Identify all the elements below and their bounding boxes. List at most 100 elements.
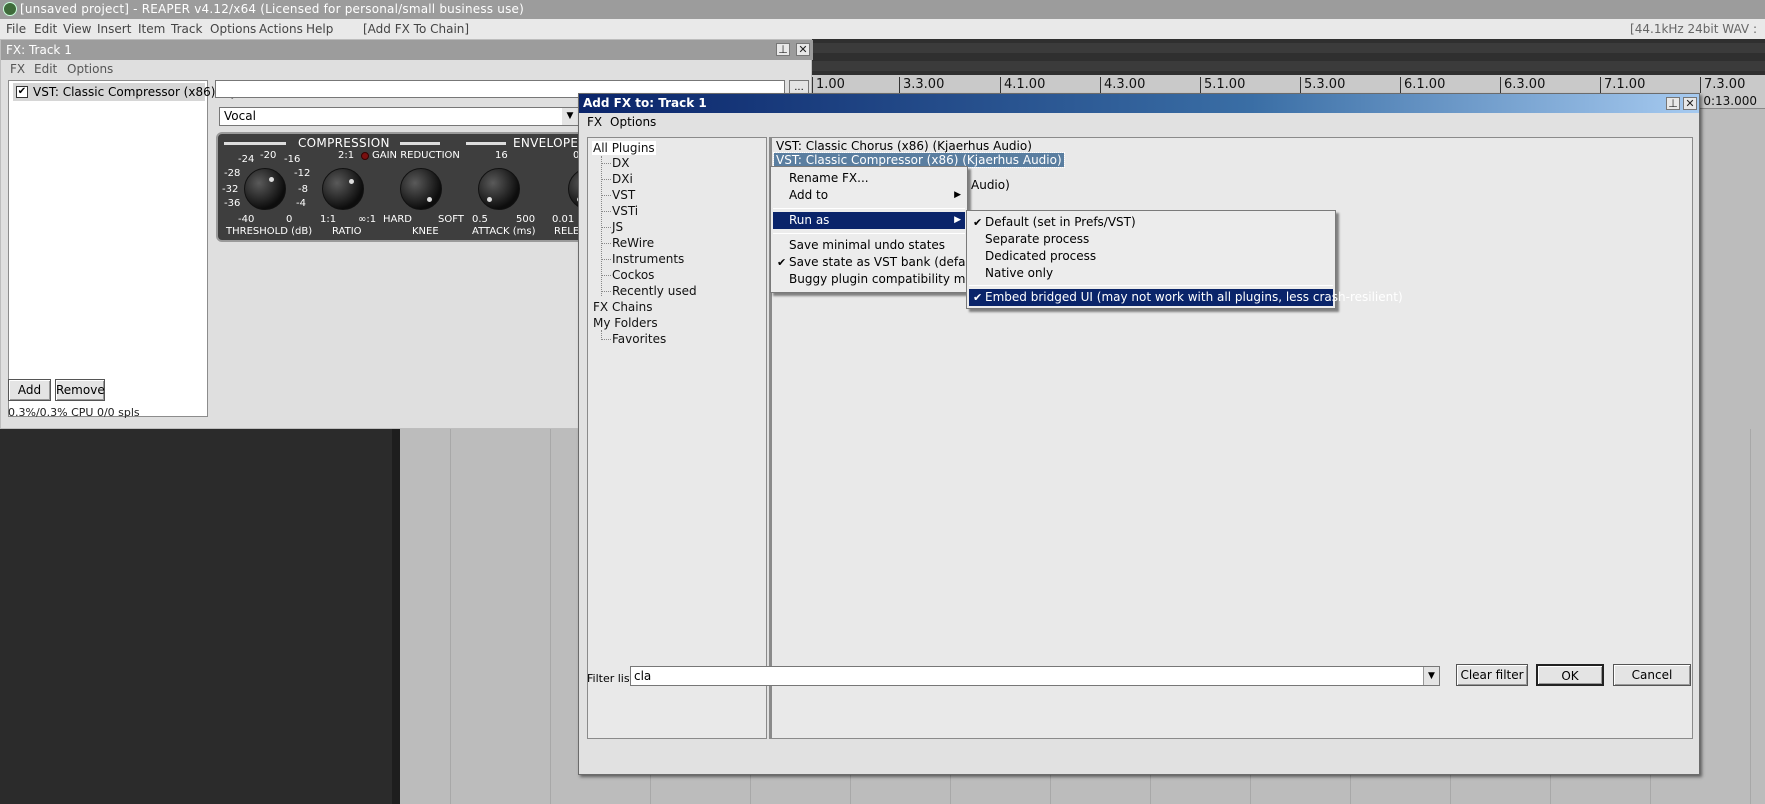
menu-add-to[interactable]: Add to ▶	[773, 187, 965, 204]
track-area-top	[812, 39, 1765, 75]
ruler-mark: 1.00	[812, 77, 845, 93]
menu-item-label: Rename FX...	[789, 171, 869, 185]
attack-knob[interactable]	[478, 168, 520, 210]
tree-vst[interactable]: VST	[612, 188, 635, 202]
tree-recently-used[interactable]: Recently used	[612, 284, 697, 298]
menu-item-label: Dedicated process	[985, 249, 1097, 263]
checkmark-icon: ✔	[777, 256, 787, 269]
fx-menu-fx[interactable]: FX	[10, 62, 25, 76]
knee-label: KNEE	[412, 226, 439, 237]
fx-chain-item[interactable]: ✔ VST: Classic Compressor (x86) (Kj...	[13, 83, 247, 101]
plugin-category-tree[interactable]: All Plugins DX DXi VST VSTi JS ReWire In…	[587, 137, 767, 739]
fx-enable-checkbox[interactable]: ✔	[16, 86, 28, 98]
plugin-row[interactable]: VST: Classic Chorus (x86) (Kjaerhus Audi…	[774, 139, 1034, 153]
menu-edit[interactable]: Edit	[34, 22, 57, 36]
envelope-section-label: ENVELOPE	[513, 136, 579, 150]
compression-section-label: COMPRESSION	[298, 136, 390, 150]
menu-help[interactable]: Help	[306, 22, 333, 36]
menu-rename-fx[interactable]: Rename FX...	[773, 170, 965, 187]
add-fx-dialog: Add FX to: Track 1 ⊥ ✕ FX Options All Pl…	[578, 93, 1700, 775]
scale-label: -16	[284, 154, 301, 165]
menu-file[interactable]: File	[6, 22, 26, 36]
menu-run-as[interactable]: Run as ▶	[773, 212, 965, 229]
ruler-mark: 7.1.00	[1600, 77, 1645, 93]
add-fx-title: Add FX to: Track 1	[583, 96, 707, 110]
menu-run-default[interactable]: ✔ Default (set in Prefs/VST)	[969, 214, 1333, 231]
sample-rate-indicator: [44.1kHz 24bit WAV :	[1630, 22, 1757, 36]
menu-track[interactable]: Track	[171, 22, 202, 36]
fx-menu-edit[interactable]: Edit	[34, 62, 57, 76]
tree-dxi[interactable]: DXi	[612, 172, 633, 186]
plugin-row-obscured: Audio)	[971, 178, 1010, 192]
fx-window-menu: FX Edit Options	[1, 60, 813, 78]
fx-chain-list[interactable]: ✔ VST: Classic Compressor (x86) (Kj...	[8, 80, 247, 417]
compressor-plugin-ui: COMPRESSION ENVELOPE -24 -20 -16 -28 -12…	[216, 132, 596, 242]
add-fx-menu: FX Options	[579, 113, 1699, 131]
ok-button[interactable]: OK	[1536, 664, 1604, 686]
tree-instruments[interactable]: Instruments	[612, 252, 684, 266]
tcp-divider[interactable]	[392, 429, 400, 804]
tree-cockos[interactable]: Cockos	[612, 268, 654, 282]
tree-favorites[interactable]: Favorites	[612, 332, 666, 346]
tree-vsti[interactable]: VSTi	[612, 204, 638, 218]
gain-reduction-label: GAIN REDUCTION	[372, 150, 460, 161]
scale-label: -36	[224, 198, 241, 209]
menu-run-dedicated[interactable]: Dedicated process	[969, 248, 1333, 265]
add-fx-menu-fx[interactable]: FX	[587, 115, 602, 129]
scale-label: -8	[298, 184, 308, 195]
menu-insert[interactable]: Insert	[97, 22, 131, 36]
menu-item-label: Save minimal undo states	[789, 238, 946, 252]
add-button[interactable]: Add	[8, 379, 51, 401]
tree-dx[interactable]: DX	[612, 156, 629, 170]
ratio-knob[interactable]	[322, 168, 364, 210]
menu-view[interactable]: View	[63, 22, 91, 36]
filter-input[interactable]: cla ▼	[630, 666, 1440, 686]
menu-item[interactable]: Item	[138, 22, 165, 36]
pin-icon[interactable]: ⊥	[776, 43, 790, 56]
scale-label: 2:1	[338, 150, 355, 161]
pin-icon[interactable]: ⊥	[1666, 97, 1680, 110]
clear-filter-button[interactable]: Clear filter	[1456, 664, 1528, 686]
track-control-panel	[0, 429, 400, 804]
scale-label: 16	[495, 150, 508, 161]
tree-js[interactable]: JS	[612, 220, 623, 234]
cpu-usage: 0.3%/0.3% CPU 0/0 spls	[8, 406, 140, 419]
main-window-title: [unsaved project] - REAPER v4.12/x64 (Li…	[20, 2, 524, 16]
threshold-knob[interactable]	[244, 168, 286, 210]
close-icon[interactable]: ✕	[1683, 97, 1697, 110]
ruler-mark: 4.1.00	[1000, 77, 1045, 93]
menu-options[interactable]: Options	[210, 22, 256, 36]
tree-rewire[interactable]: ReWire	[612, 236, 654, 250]
menu-item-label: Add to	[789, 188, 829, 202]
fx-menu-options[interactable]: Options	[67, 62, 113, 76]
menu-item-label: Native only	[985, 266, 1054, 280]
menu-actions[interactable]: Actions	[259, 22, 303, 36]
ruler-mark: 7.3.00	[1700, 77, 1745, 93]
remove-button[interactable]: Remove	[55, 379, 105, 401]
menu-run-native[interactable]: Native only	[969, 265, 1333, 282]
status-hint: [Add FX To Chain]	[363, 22, 470, 36]
menu-embed-bridged-ui[interactable]: ✔ Embed bridged UI (may not work with all…	[969, 289, 1403, 306]
chevron-down-icon: ▼	[562, 108, 578, 125]
tree-my-folders[interactable]: My Folders	[593, 316, 658, 330]
scale-label: -20	[260, 150, 277, 161]
scale-label: -28	[224, 168, 241, 179]
cancel-button[interactable]: Cancel	[1613, 664, 1691, 686]
menu-run-separate[interactable]: Separate process	[969, 231, 1333, 248]
menu-buggy-plugin-mode[interactable]: Buggy plugin compatibility mode	[773, 271, 988, 288]
scale-label: 0.5	[472, 214, 488, 225]
ruler-mark: 5.1.00	[1200, 77, 1245, 93]
knee-knob[interactable]	[400, 168, 442, 210]
add-fx-menu-options[interactable]: Options	[610, 115, 656, 129]
tree-fx-chains[interactable]: FX Chains	[593, 300, 652, 314]
main-title-bar: [unsaved project] - REAPER v4.12/x64 (Li…	[0, 0, 1765, 19]
menu-save-vst-bank[interactable]: ✔ Save state as VST bank (default)	[773, 254, 986, 271]
scale-label: 0	[286, 214, 293, 225]
menu-save-minimal-undo[interactable]: Save minimal undo states	[773, 237, 965, 254]
threshold-label: THRESHOLD (dB)	[226, 226, 313, 237]
tree-all-plugins[interactable]: All Plugins	[592, 141, 656, 155]
preset-dropdown[interactable]: Vocal ▼	[219, 107, 579, 126]
chevron-down-icon[interactable]: ▼	[1423, 667, 1439, 685]
close-icon[interactable]: ✕	[796, 43, 810, 56]
plugin-row-selected[interactable]: VST: Classic Compressor (x86) (Kjaerhus …	[773, 152, 1065, 168]
